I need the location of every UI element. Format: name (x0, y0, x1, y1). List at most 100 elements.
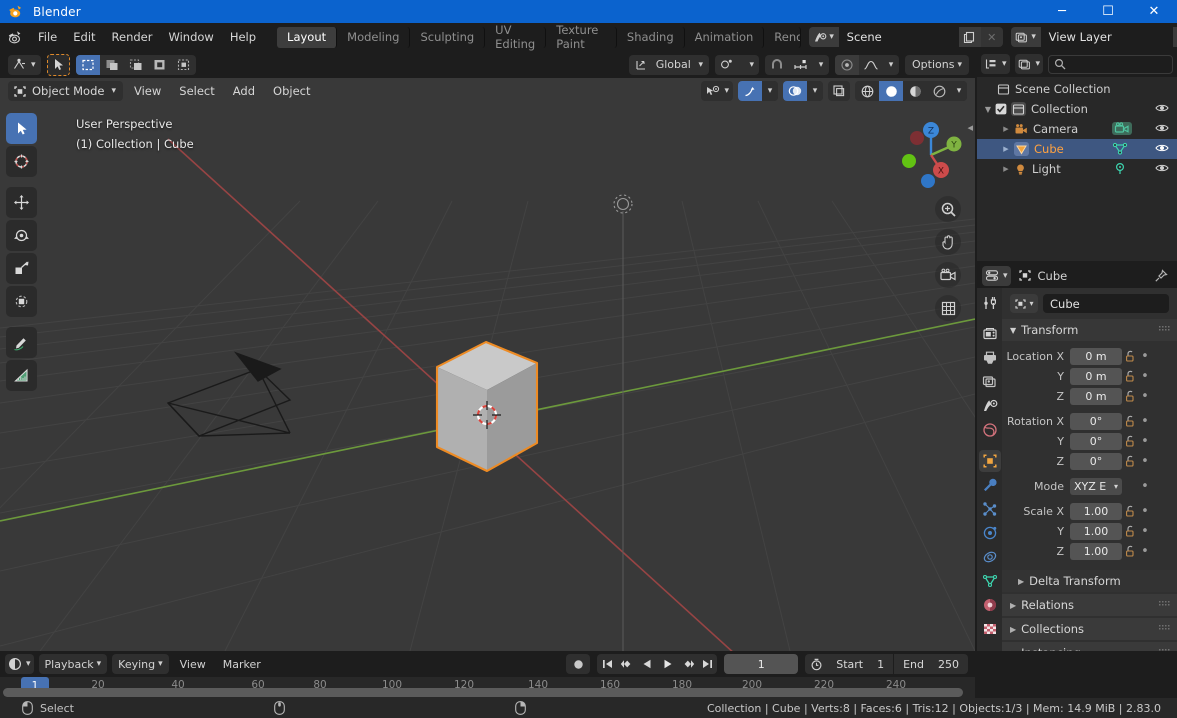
object-name-field[interactable]: Cube (1043, 294, 1169, 313)
outliner-row-light[interactable]: ▶ Light (977, 159, 1177, 179)
tab-modeling[interactable]: Modeling (337, 27, 410, 48)
tab-constraints[interactable] (979, 546, 1001, 568)
animate-dot-icon[interactable]: • (1138, 414, 1152, 429)
expander-icon[interactable]: ▶ (1001, 165, 1011, 173)
overlays-dropdown-icon[interactable]: ▾ (807, 81, 823, 101)
object-visibility-dropdown[interactable]: ▾ (701, 81, 733, 101)
jump-to-end-icon[interactable] (697, 654, 717, 674)
jump-to-start-icon[interactable] (597, 654, 617, 674)
collection-checkbox[interactable] (995, 103, 1007, 115)
use-preview-range-icon[interactable] (805, 654, 827, 674)
pivot-point-dropdown[interactable]: ▾ (715, 55, 759, 75)
shading-solid-icon[interactable] (879, 81, 903, 101)
lock-icon[interactable] (1122, 370, 1138, 382)
3d-viewport[interactable]: ▾ (0, 51, 975, 651)
menu-render[interactable]: Render (104, 27, 161, 47)
select-intersect-icon[interactable] (172, 55, 196, 75)
menu-window[interactable]: Window (160, 27, 221, 47)
play-icon[interactable] (657, 654, 677, 674)
proportional-edit-icon[interactable] (835, 55, 859, 75)
expander-icon[interactable]: ▶ (1001, 145, 1011, 153)
viewport-menu-view[interactable]: View (127, 81, 168, 101)
object-id-icon[interactable]: ▾ (1010, 294, 1038, 313)
animate-dot-icon[interactable]: • (1138, 524, 1152, 539)
pin-icon[interactable] (1154, 269, 1168, 283)
panel-header-collections[interactable]: ▶ Collections (1002, 618, 1177, 640)
panel-header-delta-transform[interactable]: ▶ Delta Transform (1002, 570, 1177, 592)
animate-dot-icon[interactable]: • (1138, 479, 1152, 494)
expander-icon[interactable]: ▼ (983, 105, 993, 114)
transform-orientation-dropdown[interactable]: Global ▾ (629, 55, 709, 75)
prev-keyframe-icon[interactable] (617, 654, 637, 674)
lock-icon[interactable] (1122, 505, 1138, 517)
tab-animation[interactable]: Animation (685, 27, 765, 48)
panel-header-relations[interactable]: ▶ Relations (1002, 594, 1177, 616)
rotation-y-field[interactable]: 0° (1070, 433, 1122, 450)
scale-y-field[interactable]: 1.00 (1070, 523, 1122, 540)
menu-edit[interactable]: Edit (65, 27, 103, 47)
animate-dot-icon[interactable]: • (1138, 454, 1152, 469)
lock-icon[interactable] (1122, 525, 1138, 537)
shading-material-preview-icon[interactable] (903, 81, 927, 101)
expander-icon[interactable]: ▶ (1001, 125, 1011, 133)
scale-z-field[interactable]: 1.00 (1070, 543, 1122, 560)
animate-dot-icon[interactable]: • (1138, 434, 1152, 449)
mesh-data-icon[interactable] (1112, 142, 1128, 155)
animate-dot-icon[interactable]: • (1138, 349, 1152, 364)
location-x-field[interactable]: 0 m (1070, 348, 1122, 365)
viewport-canvas[interactable] (0, 51, 975, 651)
tool-measure[interactable] (6, 360, 37, 391)
tab-object-data[interactable] (979, 570, 1001, 592)
shading-wireframe-icon[interactable] (855, 81, 879, 101)
maximize-button[interactable]: ☐ (1085, 0, 1131, 23)
tool-scale[interactable] (6, 253, 37, 284)
tab-object[interactable] (979, 450, 1001, 472)
scene-name-field[interactable]: Scene (839, 27, 959, 47)
light-data-icon[interactable] (1113, 162, 1127, 175)
lock-icon[interactable] (1122, 435, 1138, 447)
timeline-editor-type-button[interactable]: ▾ (5, 654, 34, 674)
menu-help[interactable]: Help (222, 27, 264, 47)
tab-modifiers[interactable] (979, 474, 1001, 496)
tool-rotate[interactable] (6, 220, 37, 251)
lock-icon[interactable] (1122, 415, 1138, 427)
tab-rendering[interactable]: Rendering (764, 27, 800, 48)
tab-world[interactable] (979, 419, 1001, 441)
animate-dot-icon[interactable]: • (1138, 504, 1152, 519)
tab-render[interactable] (979, 323, 1001, 345)
outliner-row-scene-collection[interactable]: Scene Collection (977, 79, 1177, 99)
snap-target-icon[interactable] (789, 55, 813, 75)
tab-physics[interactable] (979, 522, 1001, 544)
auto-keying-button[interactable] (566, 654, 590, 674)
overlays-toggle-icon[interactable] (783, 81, 807, 101)
animate-dot-icon[interactable]: • (1138, 369, 1152, 384)
frame-end-field[interactable]: End 250 (894, 654, 968, 674)
location-y-field[interactable]: 0 m (1070, 368, 1122, 385)
timeline-menu-keying[interactable]: Keying ▾ (112, 654, 168, 674)
outliner-editor-type-button[interactable]: ▾ (981, 54, 1010, 74)
falloff-dropdown-icon[interactable]: ▾ (883, 55, 899, 75)
pan-view-icon[interactable] (935, 229, 961, 255)
outliner-search-input[interactable] (1048, 55, 1173, 74)
viewport-menu-object[interactable]: Object (266, 81, 317, 101)
visibility-eye-icon[interactable] (1155, 162, 1169, 174)
play-reverse-icon[interactable] (637, 654, 657, 674)
outliner-row-collection[interactable]: ▼ Collection (977, 99, 1177, 119)
lock-icon[interactable] (1122, 455, 1138, 467)
outliner-display-mode-button[interactable]: ▾ (1015, 54, 1044, 74)
interaction-mode-dropdown[interactable]: Object Mode ▾ (8, 81, 123, 101)
snap-magnet-icon[interactable] (765, 55, 789, 75)
timeline-menu-playback[interactable]: Playback ▾ (39, 654, 108, 674)
minimize-button[interactable]: ─ (1039, 0, 1085, 23)
tab-material[interactable] (979, 594, 1001, 616)
animate-dot-icon[interactable]: • (1138, 389, 1152, 404)
outliner-row-camera[interactable]: ▶ Camera (977, 119, 1177, 139)
tab-view-layer[interactable] (979, 371, 1001, 393)
tab-tool[interactable] (979, 292, 1001, 314)
select-invert-icon[interactable] (148, 55, 172, 75)
remove-scene-button[interactable]: ✕ (981, 27, 1003, 47)
camera-data-icon[interactable] (1112, 122, 1132, 135)
lock-icon[interactable] (1122, 390, 1138, 402)
xray-toggle-button[interactable] (828, 81, 850, 101)
tab-scene[interactable] (979, 395, 1001, 417)
